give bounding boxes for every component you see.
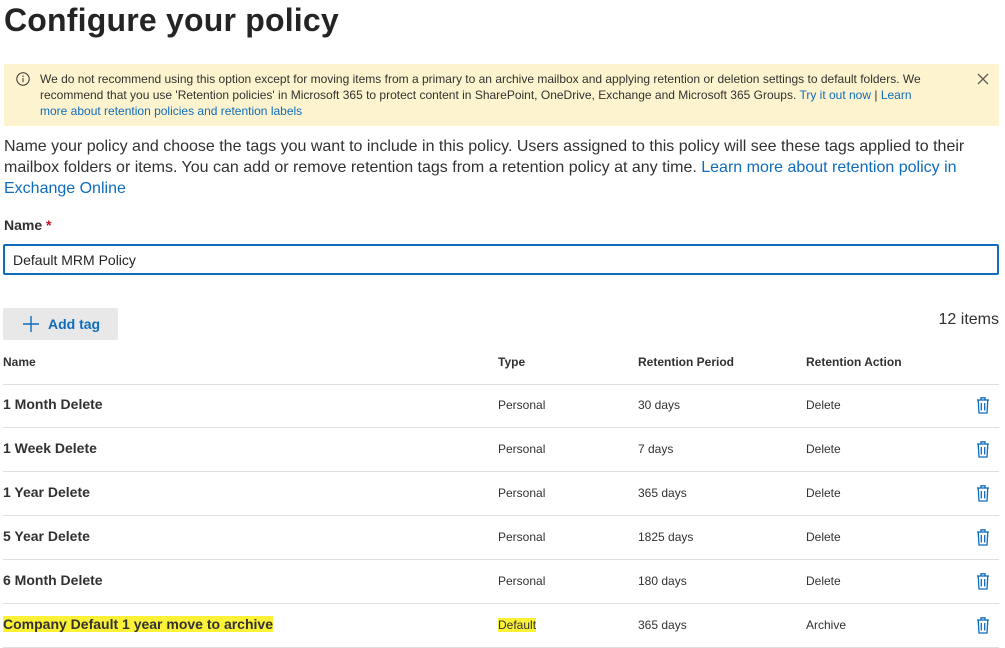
trash-icon[interactable]: [975, 527, 991, 547]
tag-retention-period: 180 days: [638, 574, 687, 588]
required-indicator: *: [46, 217, 52, 233]
tag-retention-action: Delete: [806, 442, 841, 456]
column-header-name[interactable]: Name: [3, 355, 36, 369]
tag-name: 1 Month Delete: [3, 396, 103, 412]
tag-type: Personal: [498, 398, 546, 412]
trash-icon[interactable]: [975, 571, 991, 591]
table-header: Name Type Retention Period Retention Act…: [3, 350, 999, 385]
trash-icon[interactable]: [975, 395, 991, 415]
tags-table-body: 1 Month Delete Personal 30 days Delete 1…: [3, 384, 999, 648]
trash-icon[interactable]: [975, 615, 991, 635]
tag-name: 5 Year Delete: [3, 528, 90, 544]
tag-retention-period: 365 days: [638, 618, 687, 632]
tag-retention-period: 365 days: [638, 486, 687, 500]
banner-text: We do not recommend using this option ex…: [40, 72, 921, 102]
tag-retention-action: Delete: [806, 530, 841, 544]
tag-name: 1 Week Delete: [3, 440, 97, 456]
tag-type: Personal: [498, 574, 546, 588]
warning-banner: We do not recommend using this option ex…: [4, 64, 999, 126]
name-field-label: Name *: [4, 217, 51, 233]
table-row[interactable]: 6 Month Delete Personal 180 days Delete: [3, 560, 999, 604]
tag-retention-action: Delete: [806, 398, 841, 412]
plus-icon: [23, 316, 39, 332]
tag-retention-period: 7 days: [638, 442, 674, 456]
banner-message: We do not recommend using this option ex…: [40, 71, 940, 119]
intro-text: Name your policy and choose the tags you…: [4, 136, 994, 199]
page-title: Configure your policy: [4, 2, 339, 38]
table-row[interactable]: Company Default 1 year move to archive D…: [3, 604, 999, 648]
column-header-type[interactable]: Type: [498, 355, 525, 369]
tag-type: Personal: [498, 486, 546, 500]
trash-icon[interactable]: [975, 439, 991, 459]
table-row[interactable]: 5 Year Delete Personal 1825 days Delete: [3, 516, 999, 560]
add-tag-button[interactable]: Add tag: [3, 308, 118, 340]
tag-type: Default: [498, 618, 537, 632]
tag-retention-period: 1825 days: [638, 530, 694, 544]
tag-name: Company Default 1 year move to archive: [3, 616, 273, 632]
item-count: 12 items: [938, 311, 999, 328]
add-tag-label: Add tag: [48, 316, 101, 332]
column-header-retention-period[interactable]: Retention Period: [638, 355, 734, 369]
tag-name: 1 Year Delete: [3, 484, 90, 500]
tag-type: Personal: [498, 442, 546, 456]
name-label-text: Name: [4, 217, 43, 233]
tag-retention-action: Delete: [806, 486, 841, 500]
try-it-out-link[interactable]: Try it out now: [799, 88, 871, 102]
column-header-retention-action[interactable]: Retention Action: [806, 355, 902, 369]
policy-name-input[interactable]: [3, 244, 999, 275]
table-row[interactable]: 1 Month Delete Personal 30 days Delete: [3, 384, 999, 428]
tag-name: 6 Month Delete: [3, 572, 103, 588]
close-icon[interactable]: [976, 72, 990, 86]
tag-retention-action: Delete: [806, 574, 841, 588]
tag-type: Personal: [498, 530, 546, 544]
banner-separator: |: [871, 88, 881, 102]
table-row[interactable]: 1 Week Delete Personal 7 days Delete: [3, 428, 999, 472]
info-icon: [16, 72, 30, 86]
tag-retention-period: 30 days: [638, 398, 681, 412]
table-row[interactable]: 1 Year Delete Personal 365 days Delete: [3, 472, 999, 516]
trash-icon[interactable]: [975, 483, 991, 503]
tag-retention-action: Archive: [806, 618, 847, 632]
